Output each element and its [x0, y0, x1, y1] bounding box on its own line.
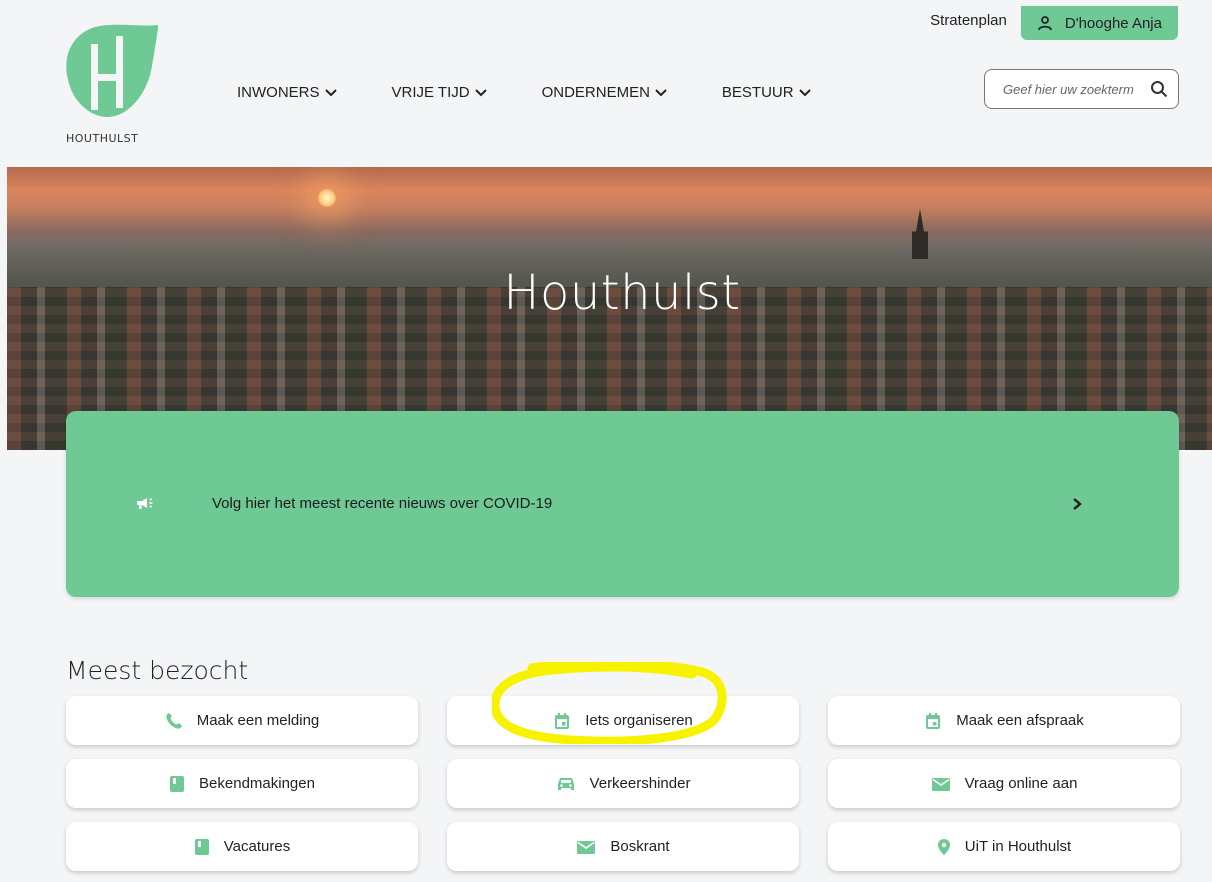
banner-text: Volg hier het meest recente nieuws over …	[212, 495, 553, 512]
nav-label: INWONERS	[237, 84, 320, 101]
user-icon	[1037, 16, 1052, 31]
logo-text: HOUTHULST	[66, 132, 139, 145]
page: HOUTHULST INWONERS VRIJE TIJD ONDERNEMEN…	[0, 0, 1212, 882]
most-visited-grid: Maak een melding Iets organiseren Maak e…	[66, 696, 1180, 871]
user-account-button[interactable]: D'hooghe Anja	[1020, 6, 1178, 40]
hero-banner-image: Houthulst	[7, 167, 1212, 450]
tile-uit-in-houthulst[interactable]: UiT in Houthulst	[828, 822, 1180, 871]
calendar-icon	[924, 712, 942, 730]
chevron-down-icon	[655, 88, 667, 96]
megaphone-icon	[136, 496, 154, 515]
chevron-down-icon	[474, 88, 487, 96]
nav-label: VRIJE TIJD	[391, 84, 470, 101]
church-spire	[912, 209, 928, 259]
tile-vacatures[interactable]: Vacatures	[66, 822, 418, 871]
book-icon	[169, 775, 185, 793]
chevron-down-icon	[324, 88, 337, 96]
tile-label: Bekendmakingen	[199, 775, 315, 792]
tile-boskrant[interactable]: Boskrant	[447, 822, 799, 871]
chevron-down-icon	[798, 88, 811, 96]
tile-verkeershinder[interactable]: Verkeershinder	[447, 759, 799, 808]
search-icon[interactable]	[1150, 80, 1168, 98]
stratenplan-link[interactable]: Stratenplan	[930, 12, 1007, 29]
tile-label: Iets organiseren	[585, 712, 693, 729]
car-icon	[556, 776, 576, 792]
user-name: D'hooghe Anja	[1064, 14, 1162, 32]
tile-maak-een-melding[interactable]: Maak een melding	[66, 696, 418, 745]
tile-label: Maak een melding	[196, 712, 320, 729]
mail-icon	[576, 839, 596, 855]
hero-title: Houthulst	[503, 265, 741, 321]
tile-label: Vraag online aan	[964, 775, 1078, 792]
tile-label: Vacatures	[223, 838, 291, 855]
tile-iets-organiseren[interactable]: Iets organiseren	[447, 696, 799, 745]
book-icon	[194, 838, 210, 856]
phone-icon	[165, 712, 183, 730]
tile-label: UiT in Houthulst	[964, 838, 1072, 855]
chevron-right-icon	[1071, 497, 1083, 516]
top-links: Stratenplan D'hooghe Anja	[930, 6, 1178, 40]
mail-icon	[931, 776, 951, 792]
tile-maak-een-afspraak[interactable]: Maak een afspraak	[828, 696, 1180, 745]
nav-ondernemen[interactable]: ONDERNEMEN	[542, 84, 668, 101]
tile-label: Boskrant	[610, 838, 670, 855]
tile-label: Verkeershinder	[589, 775, 691, 792]
site-header: HOUTHULST INWONERS VRIJE TIJD ONDERNEMEN…	[0, 0, 1212, 167]
nav-label: ONDERNEMEN	[541, 84, 650, 101]
calendar-icon	[553, 712, 571, 730]
tile-bekendmakingen[interactable]: Bekendmakingen	[66, 759, 418, 808]
covid-news-banner[interactable]: Volg hier het meest recente nieuws over …	[66, 411, 1179, 597]
location-pin-icon	[937, 838, 951, 856]
tile-vraag-online-aan[interactable]: Vraag online aan	[828, 759, 1180, 808]
main-nav: INWONERS VRIJE TIJD ONDERNEMEN BESTUUR	[237, 84, 866, 101]
nav-bestuur[interactable]: BESTUUR	[722, 84, 812, 101]
nav-inwoners[interactable]: INWONERS	[237, 84, 338, 101]
sunset-sun	[318, 189, 336, 207]
section-title: Meest bezocht	[66, 656, 249, 685]
nav-label: BESTUUR	[721, 84, 794, 101]
search-input[interactable]	[1003, 81, 1143, 97]
tile-label: Maak een afspraak	[956, 712, 1084, 729]
nav-vrije-tijd[interactable]: VRIJE TIJD	[392, 84, 488, 101]
search-box	[984, 69, 1179, 109]
